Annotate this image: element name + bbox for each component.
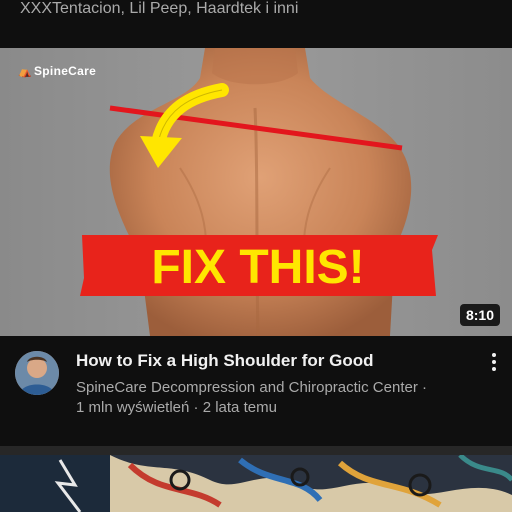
kebab-menu-icon[interactable] — [486, 352, 502, 372]
channel-name[interactable]: SpineCare Decompression and Chiropractic… — [76, 379, 427, 396]
kebab-dot — [492, 367, 496, 371]
previous-item-subtitle: XXXTentacion, Lil Peep, Haardtek i inni — [20, 0, 299, 17]
spine-logo-icon: ⛺ — [18, 66, 32, 78]
channel-watermark: ⛺ SpineCare — [18, 64, 96, 78]
avatar-image — [15, 351, 59, 395]
feed-separator — [0, 446, 512, 455]
duration-badge: 8:10 — [459, 304, 500, 326]
views-and-age: 1 mln wyświetleń · 2 lata temu — [76, 399, 277, 416]
next-video-thumbnail[interactable] — [0, 455, 512, 512]
channel-avatar[interactable] — [15, 351, 59, 395]
video-thumbnail[interactable]: FIX THIS! ⛺ SpineCare 8:10 — [0, 48, 512, 336]
previous-item-strip[interactable]: XXXTentacion, Lil Peep, Haardtek i inni — [0, 0, 512, 48]
video-title[interactable]: How to Fix a High Shoulder for Good — [76, 351, 476, 371]
video-meta[interactable]: How to Fix a High Shoulder for Good Spin… — [0, 336, 512, 446]
thumbnail-overlay-text: FIX THIS! — [151, 241, 364, 294]
next-thumbnail-artwork — [0, 455, 512, 512]
thumbnail-artwork: FIX THIS! — [0, 48, 512, 336]
watermark-text: SpineCare — [34, 64, 97, 78]
kebab-dot — [492, 360, 496, 364]
kebab-dot — [492, 353, 496, 357]
